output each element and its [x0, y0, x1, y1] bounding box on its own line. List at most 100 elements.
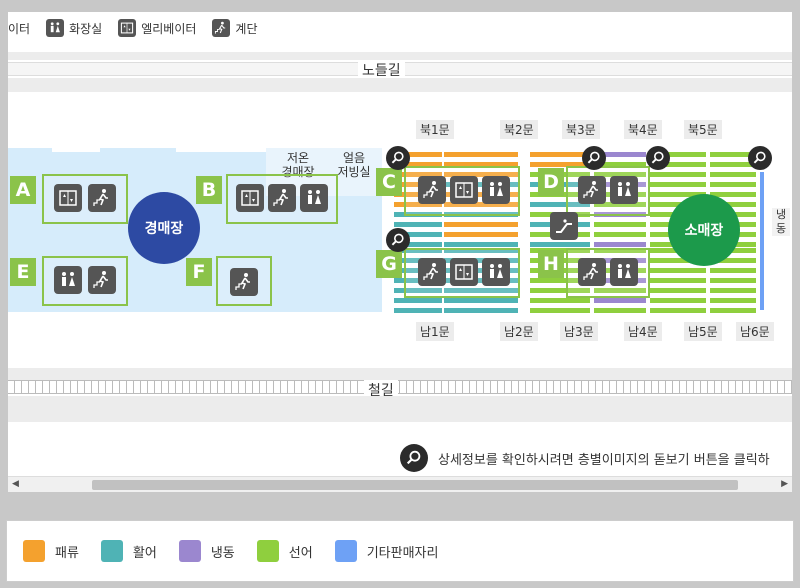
stall-row: [444, 298, 518, 303]
zone-label-a: A: [10, 176, 36, 204]
stairs-icon: [230, 268, 258, 296]
swatch-fresh-fish: [256, 540, 279, 562]
zone-label-g: G: [376, 250, 402, 278]
legend-label: 활어: [132, 545, 157, 561]
gate-south-4: 남4문: [624, 322, 662, 341]
railway: [8, 380, 792, 394]
stall-row: [710, 268, 756, 273]
stairs-icon: [418, 176, 446, 204]
legend-label: 선어: [288, 545, 313, 561]
detail-hint: 상세정보를 확인하시려면 층별이미지의 돋보기 버튼을 클릭하: [400, 444, 770, 472]
zone-label-h: H: [538, 250, 564, 278]
stall-row: [394, 308, 442, 313]
restroom-icon: [482, 258, 510, 286]
legend-item-stairs: 계단: [212, 19, 258, 37]
legend-label: 이터: [8, 21, 31, 36]
stall-row: [650, 182, 706, 187]
retail-hall-label: 소매장: [684, 223, 724, 239]
map-frame: 이터 화장실 엘리베이터 계단 노들길 철길 저온 경매장 얼음 저빙실 냉 동…: [0, 0, 800, 500]
horizontal-scrollbar[interactable]: ◀ ▶: [8, 476, 792, 492]
zone-label-c: C: [376, 168, 402, 196]
elevator-icon: [118, 19, 137, 37]
restroom-icon: [300, 184, 328, 212]
floor-map: 이터 화장실 엘리베이터 계단 노들길 철길 저온 경매장 얼음 저빙실 냉 동…: [8, 12, 792, 482]
magnifier-button-east[interactable]: [748, 146, 772, 170]
stall-row: [394, 298, 442, 303]
sidewalk: [8, 78, 792, 92]
restroom-icon: [54, 266, 82, 294]
legend-label: 패류: [55, 545, 79, 561]
gate-south-6: 남6문: [736, 322, 774, 341]
stall-row: [594, 232, 646, 237]
sidewalk: [8, 52, 792, 60]
swatch-other-sellers: [334, 540, 357, 562]
stall-row: [710, 278, 756, 283]
magnifier-button-retail[interactable]: [646, 146, 670, 170]
stairs-icon: [268, 184, 296, 212]
stall-row: [530, 242, 590, 247]
stall-row: [530, 308, 590, 313]
legend-label: 계단: [235, 21, 258, 36]
elevator-icon: [236, 184, 264, 212]
swatch-frozen: [178, 540, 201, 562]
scroll-left-arrow-icon[interactable]: ◀: [12, 479, 19, 489]
stall-row: [710, 308, 756, 313]
road-label-top: 노들길: [358, 60, 405, 80]
stairs-icon: [578, 258, 606, 286]
gate-north-2: 북2문: [500, 120, 538, 139]
stall-row: [444, 308, 518, 313]
stall-row: [444, 232, 518, 237]
legend-label: 화장실: [69, 21, 103, 36]
legend-live-fish: 활어: [100, 540, 157, 562]
elevator-icon: [450, 258, 478, 286]
label-text: 냉 동: [775, 208, 787, 235]
magnifier-icon: [391, 233, 404, 246]
stall-row: [650, 172, 706, 177]
legend-item-restroom: 화장실: [46, 19, 102, 37]
gate-south-5: 남5문: [684, 322, 722, 341]
other-seller-strip: [760, 172, 764, 310]
auction-hall: 경매장: [128, 192, 200, 264]
swatch-shellfish: [23, 540, 45, 562]
stall-row: [594, 308, 646, 313]
magnifier-button-d[interactable]: [582, 146, 606, 170]
stall-row: [444, 242, 518, 247]
magnifier-icon: [587, 151, 600, 164]
facility-legend: 이터 화장실 엘리베이터 계단: [8, 16, 274, 40]
magnifier-button-c[interactable]: [386, 146, 410, 170]
auction-floor: [8, 148, 52, 158]
legend-item-elevator-cut: 이터: [8, 20, 30, 37]
label-frozen-side: 냉 동: [772, 208, 790, 236]
stall-row: [594, 298, 646, 303]
legend-label: 기타판매자리: [366, 545, 439, 561]
stall-row: [650, 298, 706, 303]
magnifier-icon: [391, 151, 404, 164]
restroom-icon: [610, 258, 638, 286]
legend-label: 엘리베이터: [141, 21, 197, 36]
stall-row: [650, 308, 706, 313]
magnifier-icon: [400, 444, 428, 472]
legend-item-elevator: 엘리베이터: [118, 19, 196, 37]
zone-label-b: B: [196, 176, 222, 204]
floor-map-viewport[interactable]: 이터 화장실 엘리베이터 계단 노들길 철길 저온 경매장 얼음 저빙실 냉 동…: [8, 12, 792, 492]
gate-north-5: 북5문: [684, 120, 722, 139]
stall-row: [394, 222, 442, 227]
sidewalk: [8, 368, 792, 380]
stall-row: [710, 182, 756, 187]
zone-label-d: D: [538, 168, 564, 196]
legend-label: 냉동: [210, 545, 235, 561]
category-legend: 패류 활어 냉동 선어 기타판매자리: [6, 520, 794, 582]
sidewalk: [8, 396, 792, 422]
restroom-icon: [482, 176, 510, 204]
scrollbar-thumb[interactable]: [92, 480, 738, 490]
magnifier-button-g[interactable]: [386, 228, 410, 252]
stall-row: [530, 152, 590, 157]
stall-row: [594, 222, 646, 227]
swatch-live-fish: [100, 540, 123, 562]
gate-north-3: 북3문: [562, 120, 600, 139]
retail-hall: 소매장: [668, 194, 740, 266]
stall-row: [710, 298, 756, 303]
restroom-icon: [46, 19, 65, 37]
auction-hall-label: 경매장: [144, 221, 184, 237]
scroll-right-arrow-icon[interactable]: ▶: [781, 479, 788, 489]
